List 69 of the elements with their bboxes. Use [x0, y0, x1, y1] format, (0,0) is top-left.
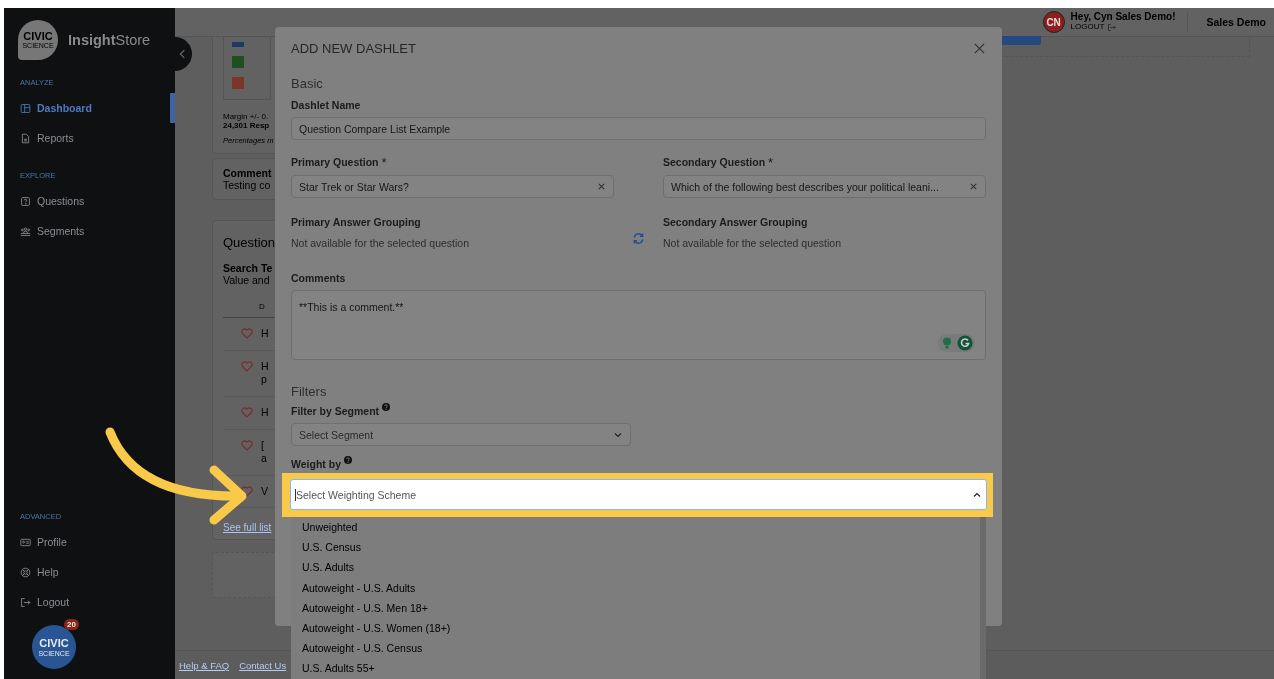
dropdown-option[interactable]: U.S. Census — [291, 537, 980, 558]
document-icon — [20, 132, 31, 144]
field-label: Dashlet Name — [291, 99, 362, 111]
dropdown-option[interactable]: Autoweight - U.S. Adults — [291, 577, 980, 598]
respondents-text: 24,301 Resp — [223, 121, 270, 130]
comments-field[interactable]: **This is a comment.** — [291, 290, 986, 360]
dropdown-option[interactable]: Autoweight - U.S. Women (18+) — [291, 617, 980, 639]
grouping-note: Not available for the selected question — [663, 237, 843, 249]
id-card-icon — [20, 536, 31, 548]
help-icon[interactable] — [382, 403, 391, 411]
nav-item[interactable]: Logout — [4, 587, 175, 617]
dropdown-option[interactable]: Unweighted — [291, 517, 980, 538]
question-icon — [20, 195, 31, 207]
nav-item[interactable]: Help — [4, 557, 175, 587]
secondary-question-select[interactable]: Which of the following best describes your political leani... — [663, 175, 986, 198]
grouping-note: Not available for the selected question — [291, 237, 471, 249]
nav-item[interactable]: Reports — [4, 123, 175, 153]
dropdown-option[interactable]: Autoweight - U.S. Men 18+ — [291, 597, 980, 618]
logout-icon — [20, 596, 31, 608]
clear-icon[interactable] — [597, 182, 606, 191]
section-heading: Filters — [291, 384, 328, 399]
weighting-select[interactable]: Select Weighting Scheme — [290, 479, 987, 510]
nav-item[interactable]: Questions — [4, 186, 175, 216]
swap-icon[interactable] — [632, 232, 645, 245]
logout-link[interactable]: LOGOUT — [1070, 22, 1117, 32]
account-name[interactable]: Sales Demo — [1194, 16, 1266, 28]
segment-select[interactable]: Select Segment — [291, 423, 631, 446]
question-text: H p — [261, 359, 269, 387]
help-icon[interactable] — [344, 456, 352, 464]
nav-item[interactable]: Segments — [4, 216, 175, 246]
grammar-check-icon[interactable] — [957, 335, 973, 351]
clear-icon[interactable] — [969, 182, 978, 191]
scrollbar[interactable] — [980, 517, 986, 679]
help-icon — [20, 566, 31, 578]
dropdown-option[interactable]: Autoweight - U.S. Census — [291, 638, 980, 659]
question-text: V — [261, 484, 268, 499]
section-heading: Basic — [291, 76, 324, 91]
field-label: Filter by Segment — [291, 405, 986, 417]
brand-name: InsightStore — [68, 32, 151, 48]
question-text: H — [261, 405, 269, 420]
footer-link[interactable]: Help & FAQ — [179, 659, 230, 671]
people-icon — [20, 225, 31, 237]
search-label: Search Te — [223, 262, 273, 274]
field-label: Comments — [291, 272, 347, 284]
heart-icon[interactable] — [241, 485, 253, 497]
avatar: CN — [1042, 11, 1065, 33]
dropdown-option[interactable]: U.S. Adults — [291, 557, 980, 578]
see-full-list-link[interactable]: See full list — [223, 522, 272, 534]
primary-question-select[interactable]: Star Trek or Star Wars? — [291, 175, 614, 198]
footer-link[interactable]: Contact Us — [239, 659, 287, 671]
question-text: H — [261, 327, 269, 341]
question-text: [ a — [261, 438, 267, 466]
nav-item[interactable]: Profile — [4, 527, 175, 557]
notification-badge: 20 — [64, 619, 79, 630]
modal-title: ADD NEW DASHLET — [291, 41, 416, 56]
card-title: Question — [223, 235, 276, 250]
field-label: Secondary Answer Grouping — [663, 216, 809, 228]
field-label: Weight by — [291, 458, 986, 470]
layout-icon — [20, 102, 31, 114]
greeting: Hey, Cyn Sales Demo! — [1070, 12, 1176, 23]
comment-title: Comment — [223, 167, 272, 179]
field-label: Primary Answer Grouping — [291, 216, 422, 228]
close-icon[interactable] — [973, 42, 986, 55]
dropdown-option[interactable]: U.S. Adults 55+ — [291, 658, 980, 679]
logout-icon — [1107, 22, 1117, 32]
comment-text: Testing co — [223, 179, 271, 191]
search-text: Value and — [223, 274, 270, 286]
dashlet-name-field[interactable]: Question Compare List Example — [291, 117, 986, 140]
margin-text: Margin +/- 0. — [223, 112, 269, 121]
